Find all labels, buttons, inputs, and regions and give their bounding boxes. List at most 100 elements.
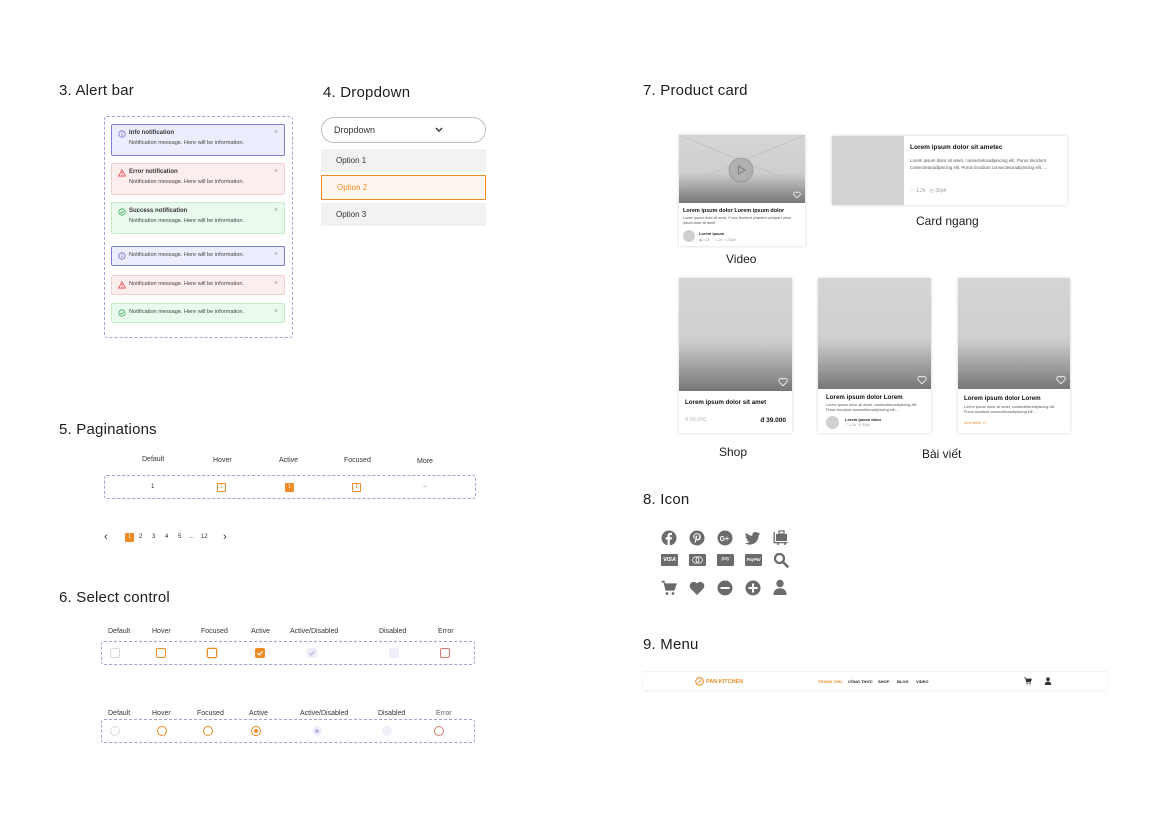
radio-hover[interactable] (157, 726, 167, 736)
dropdown-menu: Option 1 Option 2 Option 3 (321, 149, 486, 229)
clock-icon: ◷ (724, 238, 728, 242)
horizontal-card[interactable]: Lorem ipsum dolor sit ametec Lorem ipsum… (832, 136, 1067, 205)
prev-page-icon[interactable]: ‹ (104, 531, 108, 543)
state-label: Focused (197, 710, 224, 717)
dropdown-option-active[interactable]: Option 2 (321, 175, 486, 200)
heart-outline-icon[interactable] (917, 375, 927, 385)
close-icon[interactable]: × (274, 308, 278, 315)
card-caption: Bài viết (922, 447, 962, 461)
dropdown-option[interactable]: Option 3 (321, 203, 486, 226)
nav-item-blog[interactable]: BLOG (897, 679, 909, 684)
state-label: Error (438, 628, 454, 635)
close-icon[interactable]: × (274, 251, 278, 258)
pagination-states-frame: 1 1 1 1 ... (104, 475, 476, 499)
error-alert: Error notification Notification message.… (111, 163, 285, 195)
error-alert-compact: Notification message. Here will be infor… (111, 275, 285, 295)
blog-title[interactable]: Lorem ipsum dolor Lorem (826, 394, 903, 401)
section-title-icon: 8. Icon (643, 491, 690, 508)
play-icon[interactable] (728, 157, 754, 183)
card-description: Lorem ipsum dolor sit amet, consectetura… (910, 158, 1047, 170)
radio-error[interactable] (434, 726, 444, 736)
nav-item-home[interactable]: TRANG CHỦ (818, 679, 842, 684)
page-more[interactable]: ... (422, 483, 427, 489)
pager-page[interactable]: 5 (178, 534, 181, 540)
google-plus-icon: G+ (717, 530, 733, 546)
card-meta: ♡ 1.2k ◷ 30ph (845, 423, 871, 427)
user-icon[interactable] (1044, 677, 1052, 685)
close-icon[interactable]: × (274, 168, 278, 175)
pager-page[interactable]: 2 (139, 534, 142, 540)
pager-page[interactable]: 12 (201, 534, 208, 540)
card-image (832, 136, 904, 205)
close-icon[interactable]: × (274, 129, 278, 136)
product-name[interactable]: Lorem ipsum dolor sit amet (685, 399, 766, 406)
checkbox-default[interactable] (110, 648, 120, 658)
radio-focused[interactable] (203, 726, 213, 736)
checkbox-active[interactable] (255, 648, 265, 658)
blog-title[interactable]: Lorem ipsum dolor Lorem (964, 395, 1041, 402)
close-icon[interactable]: × (274, 207, 278, 214)
heart-outline-icon[interactable] (1056, 375, 1066, 385)
dropdown-button[interactable]: Dropdown (321, 117, 486, 143)
blog-card[interactable]: Lorem ipsum dolor Lorem Lorem ipsum dolo… (818, 278, 931, 433)
checkbox-focused[interactable] (207, 648, 217, 658)
info-icon (118, 252, 126, 260)
user-icon (773, 579, 787, 595)
pinterest-icon (689, 530, 705, 546)
mastercard-icon (689, 554, 706, 566)
heart-outline-icon[interactable] (778, 377, 788, 387)
close-icon[interactable]: × (274, 280, 278, 287)
alert-bar-frame: Info notification Notification message. … (104, 116, 293, 338)
visa-icon: VISA (661, 554, 678, 566)
blog-description: Lorem ipsum dolor sit amet, consectetura… (964, 405, 1056, 414)
page-default[interactable]: 1 (151, 484, 154, 490)
next-page-icon[interactable]: › (223, 531, 227, 543)
checkbox-states-frame (101, 641, 475, 665)
blog-card[interactable]: Lorem ipsum dolor Lorem Lorem ipsum dolo… (958, 278, 1070, 433)
video-card[interactable]: Lorem ipsum dolor Lorem ipsum dolor Lore… (679, 135, 805, 246)
chevron-down-icon (435, 127, 443, 133)
shop-card[interactable]: Lorem ipsum dolor sit amet đ 69.000 đ 39… (679, 278, 792, 433)
card-meta: ♡ 1.2k ◷ 30ph (910, 188, 947, 194)
radio-active[interactable] (251, 726, 261, 736)
checkbox-error[interactable] (440, 648, 450, 658)
heart-icon (689, 581, 705, 595)
card-description: Lorem ipsum dolor sit amet, Purus tincid… (683, 216, 792, 225)
checkmark-icon (309, 650, 316, 656)
check-circle-icon (118, 309, 126, 317)
success-alert: Success notification Notification messag… (111, 202, 285, 234)
page-hover[interactable]: 1 (217, 483, 226, 492)
minus-icon (717, 580, 733, 596)
price: đ 39.000 (760, 417, 786, 424)
brand-logo[interactable]: PAN KITCHEN (695, 677, 743, 686)
card-title[interactable]: Lorem ipsum dolor sit ametec (910, 144, 1002, 151)
pager-page[interactable]: 3 (152, 534, 155, 540)
checkbox-hover[interactable] (156, 648, 166, 658)
twitter-icon (745, 532, 760, 545)
avatar (683, 230, 695, 242)
page-focused[interactable]: 1 (352, 483, 361, 492)
old-price: đ 69.000 (685, 417, 707, 423)
blog-description: Lorem ipsum dolor sit amet, consectetura… (826, 403, 918, 412)
state-label: Focused (201, 628, 228, 635)
card-title[interactable]: Lorem ipsum dolor Lorem ipsum dolor (683, 208, 784, 214)
heart-outline-icon: ♡ (845, 423, 849, 427)
page-active[interactable]: 1 (285, 483, 294, 492)
heart-outline-icon[interactable] (793, 191, 801, 199)
cart-icon[interactable] (1024, 677, 1032, 685)
blog-image (958, 278, 1070, 389)
warning-icon (118, 281, 126, 289)
read-more-link[interactable]: Xem thêm >> (964, 421, 987, 425)
pager-page[interactable]: 4 (165, 534, 168, 540)
alert-message: Notification message. Here will be infor… (129, 179, 245, 185)
nav-item-shop[interactable]: SHOP (878, 679, 889, 684)
pager-page-active[interactable]: 1 (125, 533, 134, 542)
card-caption: Card ngang (916, 214, 979, 228)
nav-item-video[interactable]: VIDEO (916, 679, 928, 684)
dropdown-option[interactable]: Option 1 (321, 149, 486, 172)
facebook-icon (661, 530, 677, 546)
state-label: Disabled (378, 710, 406, 717)
nav-item-recipes[interactable]: CÔNG THỨC (848, 679, 873, 684)
blog-image (818, 278, 931, 389)
radio-default[interactable] (110, 726, 120, 736)
